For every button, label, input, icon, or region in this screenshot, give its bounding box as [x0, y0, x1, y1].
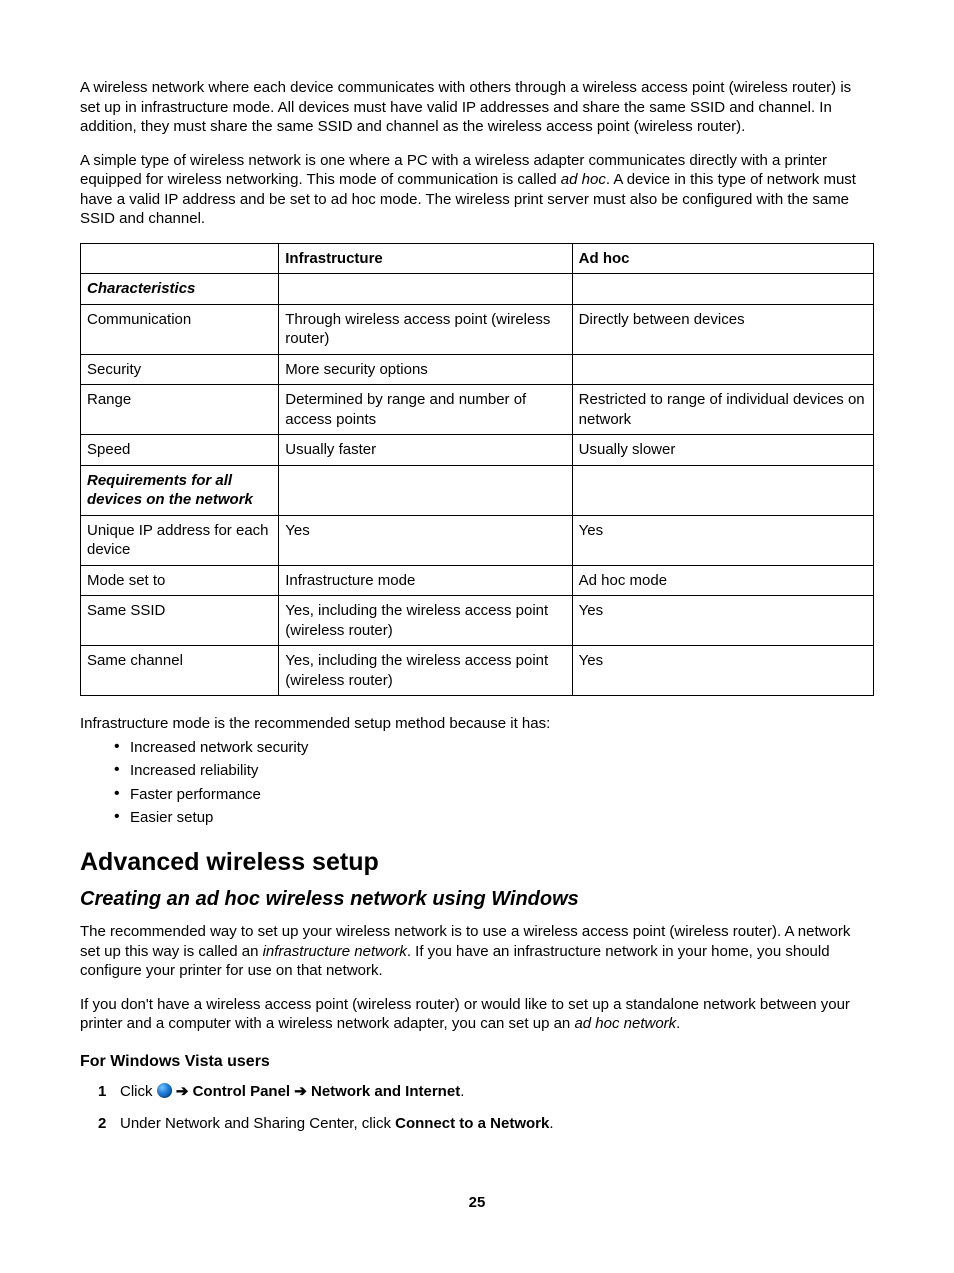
table-row: SpeedUsually fasterUsually slower: [81, 435, 874, 466]
benefits-list: Increased network security Increased rel…: [80, 738, 874, 828]
table-row: RangeDetermined by range and number of a…: [81, 385, 874, 435]
table-section-characteristics: Characteristics: [81, 274, 874, 305]
table-header-row: Infrastructure Ad hoc: [81, 243, 874, 274]
windows-start-icon: [157, 1083, 172, 1098]
list-item: Easier setup: [114, 808, 874, 828]
heading-windows-vista: For Windows Vista users: [80, 1052, 874, 1073]
table-header-adhoc: Ad hoc: [572, 243, 873, 274]
table-header-empty: [81, 243, 279, 274]
heading-advanced-wireless-setup: Advanced wireless setup: [80, 846, 874, 879]
table-header-infrastructure: Infrastructure: [279, 243, 572, 274]
comparison-table: Infrastructure Ad hoc Characteristics Co…: [80, 243, 874, 697]
after-table-lead: Infrastructure mode is the recommended s…: [80, 714, 874, 734]
table-row: CommunicationThrough wireless access poi…: [81, 304, 874, 354]
table-section-requirements: Requirements for all devices on the netw…: [81, 465, 874, 515]
intro-paragraph-2: A simple type of wireless network is one…: [80, 151, 874, 229]
table-row: SecurityMore security options: [81, 354, 874, 385]
heading-creating-adhoc: Creating an ad hoc wireless network usin…: [80, 886, 874, 912]
table-row: Mode set toInfrastructure modeAd hoc mod…: [81, 565, 874, 596]
table-row: Same channelYes, including the wireless …: [81, 646, 874, 696]
intro-paragraph-1: A wireless network where each device com…: [80, 78, 874, 137]
list-item: Increased network security: [114, 738, 874, 758]
advanced-paragraph-2: If you don't have a wireless access poin…: [80, 995, 874, 1034]
list-item: Increased reliability: [114, 761, 874, 781]
arrow-icon: ➔: [172, 1083, 193, 1100]
vista-steps: 1 Click ➔ Control Panel ➔ Network and In…: [80, 1082, 874, 1133]
list-item: Faster performance: [114, 785, 874, 805]
page-number: 25: [80, 1193, 874, 1213]
table-row: Same SSIDYes, including the wireless acc…: [81, 596, 874, 646]
step-2: 2 Under Network and Sharing Center, clic…: [98, 1114, 874, 1134]
step-1: 1 Click ➔ Control Panel ➔ Network and In…: [98, 1082, 874, 1102]
table-row: Unique IP address for each deviceYesYes: [81, 515, 874, 565]
advanced-paragraph-1: The recommended way to set up your wirel…: [80, 922, 874, 981]
arrow-icon: ➔: [290, 1083, 311, 1100]
